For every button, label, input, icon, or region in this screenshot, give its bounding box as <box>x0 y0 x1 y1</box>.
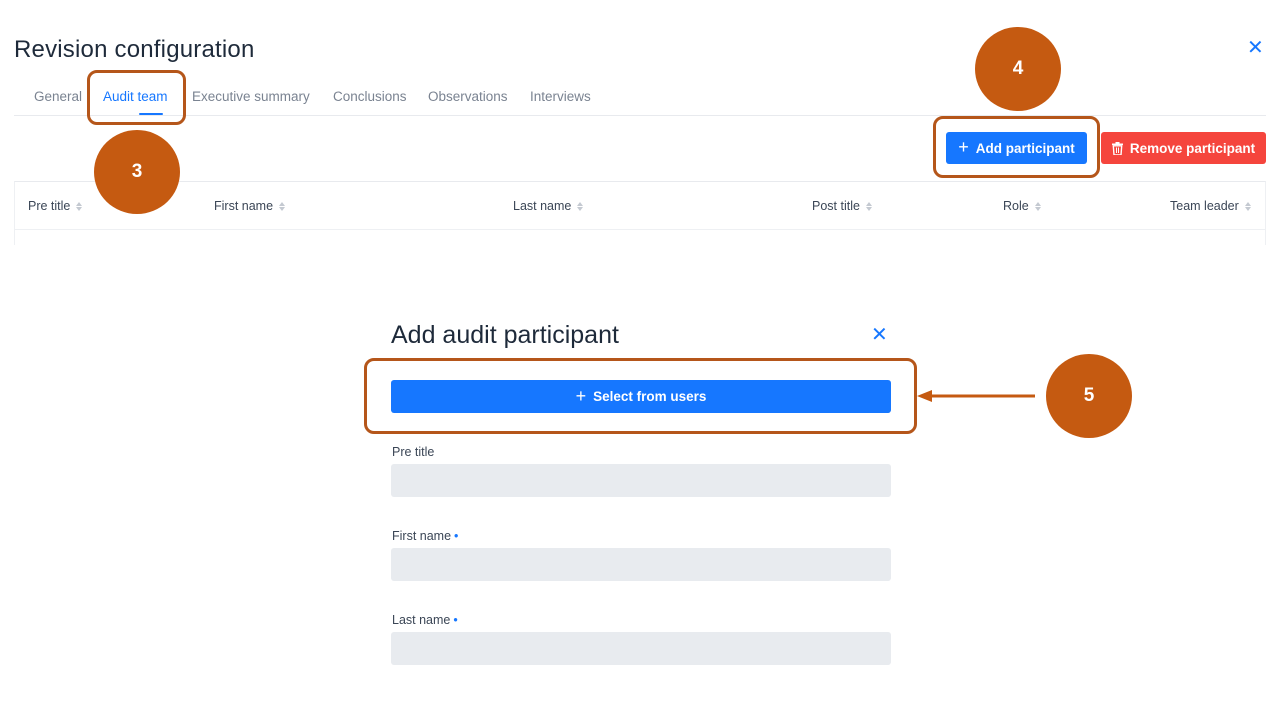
column-label: Role <box>1003 199 1029 213</box>
step-badge-3: 3 <box>94 130 180 214</box>
select-from-users-label: Select from users <box>593 389 707 404</box>
field-label-text: First name <box>392 529 452 543</box>
participants-table: Pre title First name Last name Post titl… <box>14 181 1266 245</box>
column-label: Last name <box>513 199 572 213</box>
tab-interviews[interactable]: Interviews <box>530 89 591 104</box>
add-participant-button[interactable]: + Add participant <box>946 132 1087 164</box>
tab-conclusions[interactable]: Conclusions <box>333 89 407 104</box>
tab-observations[interactable]: Observations <box>428 89 508 104</box>
column-label: Pre title <box>28 199 71 213</box>
remove-participant-label: Remove participant <box>1129 140 1256 156</box>
pre-title-field[interactable] <box>391 464 891 497</box>
plus-icon: + <box>575 385 587 406</box>
last-name-label: Last name • <box>392 613 458 627</box>
required-marker: • <box>454 529 459 543</box>
column-label: Team leader <box>1170 199 1239 213</box>
select-from-users-button[interactable]: + Select from users <box>391 380 891 413</box>
modal-title: Add audit participant <box>391 321 619 349</box>
active-tab-indicator <box>139 113 163 115</box>
sort-icon[interactable] <box>76 201 83 211</box>
column-header-pre-title[interactable]: Pre title <box>28 199 83 213</box>
step-badge-5: 5 <box>1046 354 1132 438</box>
tab-bar: General Audit team Executive summary Con… <box>14 80 1266 116</box>
step-badge-4: 4 <box>975 27 1061 111</box>
tab-audit-team[interactable]: Audit team <box>103 89 168 104</box>
close-icon[interactable]: ✕ <box>1247 38 1264 58</box>
arrow-icon <box>917 390 1035 402</box>
column-label: First name <box>214 199 274 213</box>
page-title: Revision configuration <box>14 36 255 63</box>
sort-icon[interactable] <box>865 201 872 211</box>
column-header-post-title[interactable]: Post title <box>812 199 872 213</box>
sort-icon[interactable] <box>279 201 286 211</box>
sort-icon[interactable] <box>1244 201 1251 211</box>
field-label-text: Last name <box>392 613 451 627</box>
pre-title-label: Pre title <box>392 445 434 459</box>
remove-participant-button[interactable]: Remove participant <box>1101 132 1266 164</box>
column-header-last-name[interactable]: Last name <box>513 199 584 213</box>
tab-executive-summary[interactable]: Executive summary <box>192 89 310 104</box>
close-icon[interactable]: ✕ <box>871 325 888 345</box>
column-label: Post title <box>812 199 860 213</box>
table-header: Pre title First name Last name Post titl… <box>15 182 1265 230</box>
first-name-label: First name • <box>392 529 458 543</box>
column-header-first-name[interactable]: First name <box>214 199 286 213</box>
trash-icon <box>1111 141 1123 155</box>
last-name-field[interactable] <box>391 632 891 665</box>
tab-general[interactable]: General <box>34 89 82 104</box>
first-name-field[interactable] <box>391 548 891 581</box>
column-header-team-leader[interactable]: Team leader <box>1170 199 1251 213</box>
required-marker: • <box>453 613 458 627</box>
column-header-role[interactable]: Role <box>1003 199 1041 213</box>
field-label-text: Pre title <box>392 445 435 459</box>
sort-icon[interactable] <box>577 201 584 211</box>
add-participant-label: Add participant <box>975 140 1075 156</box>
plus-icon: + <box>958 137 969 157</box>
sort-icon[interactable] <box>1034 201 1041 211</box>
